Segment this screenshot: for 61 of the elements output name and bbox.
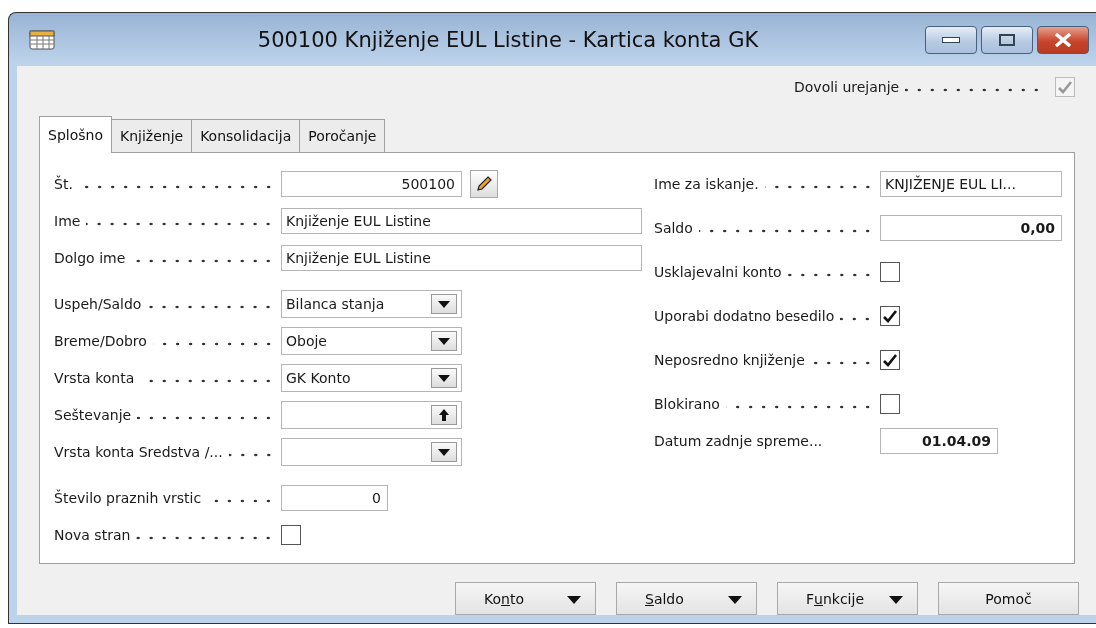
field-label: Usklajevalni konto — [654, 264, 782, 280]
field-label: Blokirano — [654, 396, 720, 412]
number-field[interactable]: 0 — [281, 485, 388, 511]
field-label: Datum zadnje spreme... — [654, 433, 823, 449]
field-label: Nova stran — [54, 527, 131, 543]
minimize-button[interactable] — [925, 25, 977, 54]
field-label: Neposredno knjiženje — [654, 352, 805, 368]
checkbox[interactable] — [880, 350, 900, 370]
text-field[interactable]: Knjiženje EUL Listine — [281, 208, 642, 234]
down-arrow-icon — [438, 374, 450, 382]
number-field[interactable]: 500100 — [281, 171, 462, 197]
dropdown-field[interactable] — [281, 438, 462, 466]
table-icon — [29, 29, 55, 50]
close-button[interactable] — [1037, 25, 1089, 54]
checkmark-icon — [883, 309, 897, 323]
field-label: Saldo — [654, 220, 693, 236]
text-field[interactable]: Knjiženje EUL Listine — [281, 245, 642, 271]
tab[interactable]: Poročanje — [299, 119, 386, 152]
date-field[interactable]: 01.04.09 — [880, 428, 998, 454]
field-label: Vrsta konta — [54, 370, 135, 386]
up-arrow-icon — [439, 409, 449, 421]
down-arrow-icon — [438, 300, 450, 308]
minimize-icon — [942, 36, 960, 43]
window-title: 500100 Knjiženje EUL Listine - Kartica konta GK — [256, 27, 760, 52]
field-label: Dovoli urejanje — [794, 79, 900, 95]
field-label: Uporabi dodatno besedilo — [654, 308, 835, 324]
field-label: Seštevanje — [54, 407, 132, 423]
edit-button[interactable] — [470, 170, 498, 198]
field-label: Št. — [54, 176, 73, 192]
menu-button[interactable]: Konto — [455, 582, 596, 615]
checkmark-icon — [1058, 80, 1072, 94]
field-label: Uspeh/Saldo — [54, 296, 142, 312]
maximize-button[interactable] — [981, 25, 1033, 54]
lookup-field[interactable] — [281, 401, 462, 429]
menu-button[interactable]: Saldo — [616, 582, 757, 615]
field-label: Ime za iskanje. — [654, 176, 759, 192]
field-label: Ime — [54, 213, 81, 229]
maximize-icon — [999, 33, 1015, 46]
tab[interactable]: Knjiženje — [110, 119, 193, 152]
field-label: Število praznih vrstic — [54, 490, 202, 506]
down-arrow-icon — [438, 448, 450, 456]
down-arrow-icon — [438, 337, 450, 345]
menu-button[interactable]: Pomoč — [938, 582, 1079, 615]
dropdown-field[interactable]: Bilanca stanja — [281, 290, 462, 318]
tab[interactable]: Konsolidacija — [191, 119, 301, 152]
checkbox[interactable] — [880, 394, 900, 414]
text-field[interactable]: KNJIŽENJE EUL LI... — [880, 171, 1062, 197]
checkbox[interactable] — [880, 306, 900, 326]
pencil-icon — [476, 176, 492, 192]
close-icon — [1054, 32, 1072, 47]
dropdown-field[interactable]: GK Konto — [281, 364, 462, 392]
tab[interactable]: Splošno — [39, 116, 112, 153]
checkmark-icon — [883, 353, 897, 367]
field-label: Dolgo ime — [54, 250, 126, 266]
field-label: Breme/Dobro — [54, 333, 147, 349]
checkbox[interactable] — [281, 525, 301, 545]
menu-button[interactable]: Funkcije — [777, 582, 918, 615]
checkbox[interactable] — [880, 262, 900, 282]
dropdown-field[interactable]: Oboje — [281, 327, 462, 355]
field-label: Vrsta konta Sredstva /... — [54, 444, 223, 460]
amount-field[interactable]: 0,00 — [880, 215, 1062, 241]
